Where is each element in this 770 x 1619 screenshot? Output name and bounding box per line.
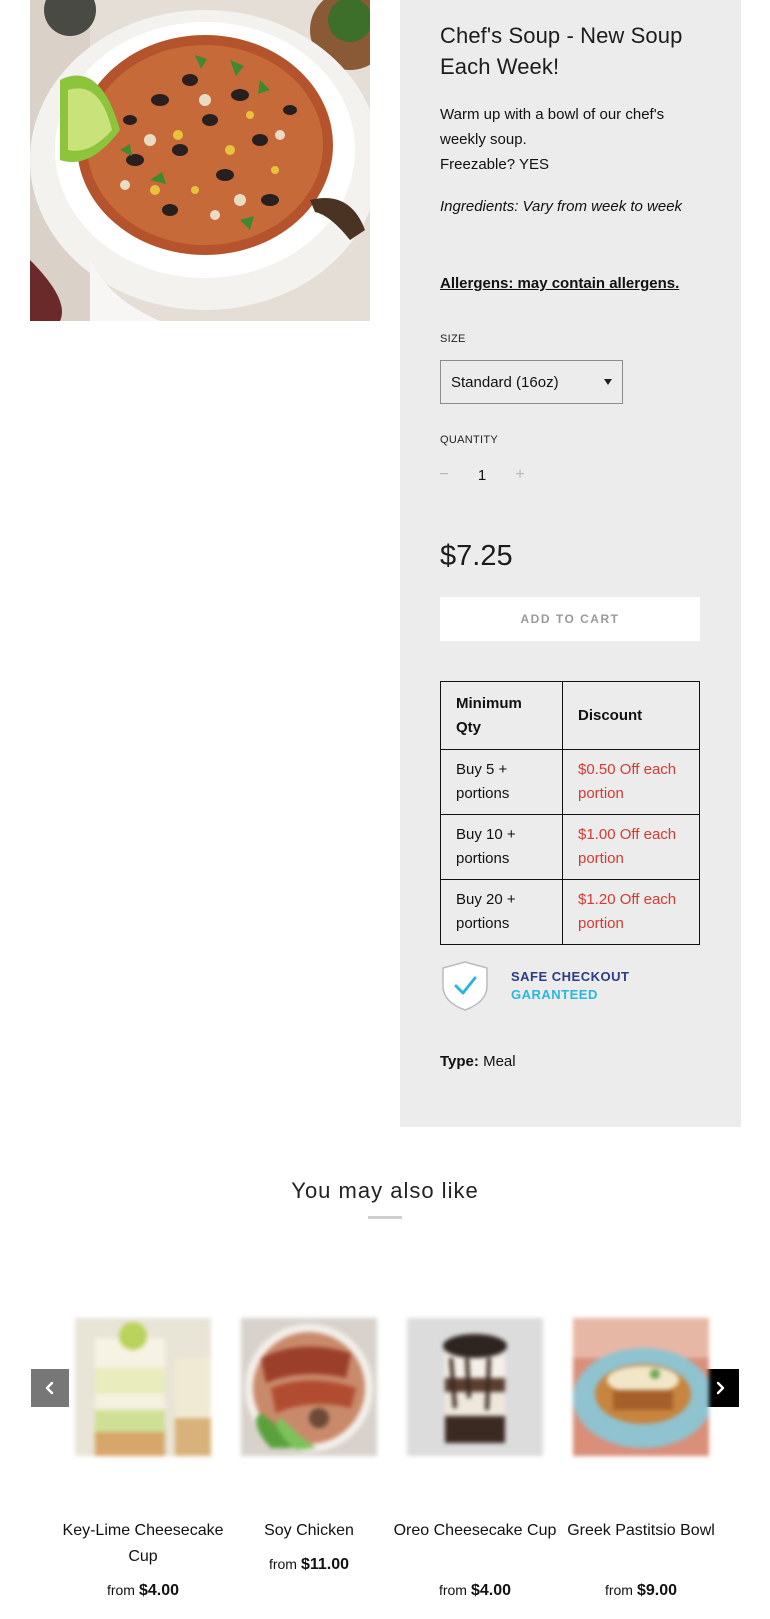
min-qty-cell: Buy 20 + portions <box>440 879 563 945</box>
quantity-increase-button[interactable]: + <box>512 466 528 486</box>
product-price: $7.25 <box>440 540 513 572</box>
ingredients-text: Ingredients: Vary from week to week <box>440 198 683 215</box>
product-info-panel: Chef's Soup - New Soup Each Week! Warm u… <box>400 0 741 1127</box>
caret-down-icon <box>604 379 612 385</box>
discount-cell: $1.00 Off each portion <box>562 814 700 880</box>
product-card-name[interactable]: Key-Lime Cheesecake Cup <box>55 1518 231 1570</box>
product-card-name[interactable]: Oreo Cheesecake Cup <box>387 1518 563 1544</box>
size-label: SIZE <box>440 333 466 345</box>
product-card-name[interactable]: Soy Chicken <box>221 1518 397 1544</box>
product-image[interactable] <box>30 0 370 321</box>
price-amount: $4.00 <box>470 1582 512 1599</box>
product-thumbnail[interactable] <box>75 1318 211 1456</box>
product-thumbnail[interactable] <box>573 1318 709 1456</box>
quantity-input[interactable]: 1 <box>462 467 502 484</box>
size-select[interactable]: Standard (16oz) <box>440 360 623 404</box>
product-card-name[interactable]: Greek Pastitsio Bowl <box>553 1518 729 1544</box>
price-from-label: from <box>438 1582 467 1598</box>
title-divider <box>368 1216 402 1219</box>
product-thumbnail[interactable] <box>241 1318 377 1456</box>
product-card-price: from $4.00 <box>55 1582 231 1600</box>
shield-check-icon <box>442 961 488 1011</box>
discount-table: Minimum Qty Discount Buy 5 + portions $0… <box>440 681 700 945</box>
allergens-text: Allergens: may contain allergens. <box>440 275 680 292</box>
chevron-right-icon <box>716 1381 725 1395</box>
product-card[interactable]: Oreo Cheesecake Cup from $4.00 <box>394 1318 556 1599</box>
oreo-cheesecake-image <box>407 1318 543 1456</box>
safe-checkout-badge: SAFE CHECKOUT GARANTEED <box>440 960 640 1012</box>
price-amount: $9.00 <box>636 1582 678 1599</box>
quantity-decrease-button[interactable]: − <box>436 466 452 486</box>
chevron-left-icon <box>45 1381 54 1395</box>
related-section-title: You may also like <box>291 1178 479 1203</box>
size-selected-value: Standard (16oz) <box>451 373 559 391</box>
min-qty-cell: Buy 5 + portions <box>440 749 563 815</box>
product-card-price: from $11.00 <box>221 1556 397 1574</box>
table-row: Buy 10 + portions $1.00 Off each portion <box>440 814 700 880</box>
header-discount: Discount <box>562 681 700 750</box>
quantity-label: QUANTITY <box>440 434 499 446</box>
product-type: Type: Meal <box>440 1053 516 1070</box>
guaranteed-text: GARANTEED <box>511 987 598 1002</box>
description-line: Warm up with a bowl of our chef's weekly… <box>440 106 665 148</box>
key-lime-cheesecake-image <box>75 1318 211 1456</box>
safe-checkout-text: SAFE CHECKOUT <box>511 969 630 984</box>
product-title: Chef's Soup - New Soup Each Week! <box>440 23 683 79</box>
carousel-prev-button[interactable] <box>31 1369 69 1407</box>
price-from-label: from <box>604 1582 633 1598</box>
product-card-price: from $4.00 <box>387 1582 563 1600</box>
header-min-qty: Minimum Qty <box>440 681 563 750</box>
greek-pastitsio-image <box>573 1318 709 1456</box>
table-row: Buy 20 + portions $1.20 Off each portion <box>440 879 700 945</box>
type-label: Type: <box>440 1053 479 1070</box>
freezable-line: Freezable? YES <box>440 156 549 173</box>
discount-cell: $1.20 Off each portion <box>562 879 700 945</box>
soy-chicken-image <box>241 1318 377 1456</box>
price-from-label: from <box>268 1556 297 1572</box>
product-card[interactable]: Key-Lime Cheesecake Cup from $4.00 <box>63 1318 223 1599</box>
table-header-row: Minimum Qty Discount <box>440 681 700 750</box>
discount-cell: $0.50 Off each portion <box>562 749 700 815</box>
type-value[interactable]: Meal <box>483 1053 516 1070</box>
product-card-price: from $9.00 <box>553 1582 729 1600</box>
product-thumbnail[interactable] <box>407 1318 543 1456</box>
price-amount: $11.00 <box>300 1556 350 1573</box>
product-card[interactable]: Greek Pastitsio Bowl from $9.00 <box>567 1318 715 1599</box>
product-card[interactable]: Soy Chicken from $11.00 <box>241 1318 377 1573</box>
table-row: Buy 5 + portions $0.50 Off each portion <box>440 749 700 815</box>
soup-bowl-image <box>30 0 370 321</box>
price-from-label: from <box>106 1582 135 1598</box>
product-description: Warm up with a bowl of our chef's weekly… <box>440 102 700 177</box>
price-amount: $4.00 <box>138 1582 180 1599</box>
min-qty-cell: Buy 10 + portions <box>440 814 563 880</box>
add-to-cart-button[interactable]: ADD TO CART <box>440 597 700 641</box>
